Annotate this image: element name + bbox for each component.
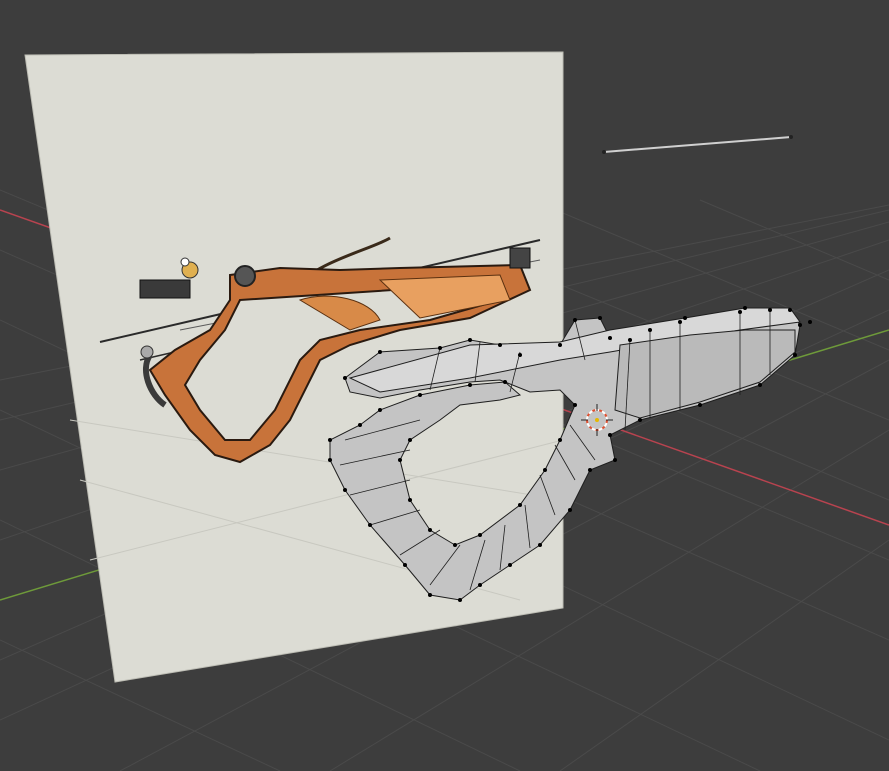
crossbow-wireframe-mesh[interactable]: [328, 306, 812, 602]
mesh-side-panel: [614, 329, 796, 419]
grid-line: [559, 539, 889, 771]
3d-viewport[interactable]: [0, 0, 889, 771]
viewport-scene[interactable]: [0, 0, 889, 771]
empty-line-object[interactable]: [602, 135, 793, 154]
grid-line: [699, 199, 889, 281]
